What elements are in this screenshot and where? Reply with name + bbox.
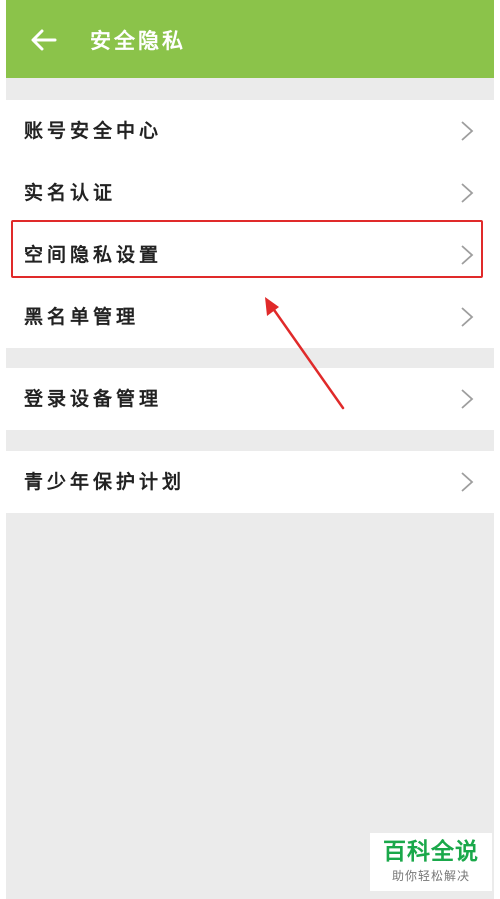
watermark-logo: 百科全说 助你轻松解决 [370, 833, 492, 891]
settings-item-label: 黑名单管理 [24, 306, 140, 328]
chevron-right-icon [461, 389, 474, 409]
settings-group-account: 账号安全中心 实名认证 空间隐私设置 黑名单管理 [6, 100, 494, 348]
watermark-title: 百科全说 [383, 839, 479, 865]
chevron-right-icon [461, 472, 474, 492]
chevron-right-icon [461, 183, 474, 203]
settings-item-account-security[interactable]: 账号安全中心 [6, 100, 494, 162]
app-screen: 安全隐私 账号安全中心 实名认证 空间隐私设置 黑名单管理 登录设备管理 青少年… [6, 0, 494, 899]
top-app-bar: 安全隐私 [6, 0, 494, 78]
settings-group-devices: 登录设备管理 [6, 368, 494, 430]
settings-item-label: 账号安全中心 [24, 120, 163, 142]
settings-item-label: 登录设备管理 [24, 388, 163, 410]
chevron-right-icon [461, 307, 474, 327]
arrow-left-icon [31, 29, 57, 51]
settings-item-blacklist[interactable]: 黑名单管理 [6, 286, 494, 348]
settings-group-youth: 青少年保护计划 [6, 451, 494, 513]
chevron-right-icon [461, 245, 474, 265]
page-frame: 安全隐私 账号安全中心 实名认证 空间隐私设置 黑名单管理 登录设备管理 青少年… [0, 0, 500, 899]
settings-item-label: 实名认证 [24, 182, 117, 204]
settings-item-label: 空间隐私设置 [24, 244, 163, 266]
settings-item-youth-protection[interactable]: 青少年保护计划 [6, 451, 494, 513]
settings-item-space-privacy[interactable]: 空间隐私设置 [6, 224, 494, 286]
back-button[interactable] [24, 20, 64, 60]
settings-item-login-devices[interactable]: 登录设备管理 [6, 368, 494, 430]
page-title: 安全隐私 [90, 29, 186, 53]
settings-item-label: 青少年保护计划 [24, 471, 186, 493]
watermark-subtitle: 助你轻松解决 [391, 869, 470, 883]
chevron-right-icon [461, 121, 474, 141]
settings-item-real-name[interactable]: 实名认证 [6, 162, 494, 224]
